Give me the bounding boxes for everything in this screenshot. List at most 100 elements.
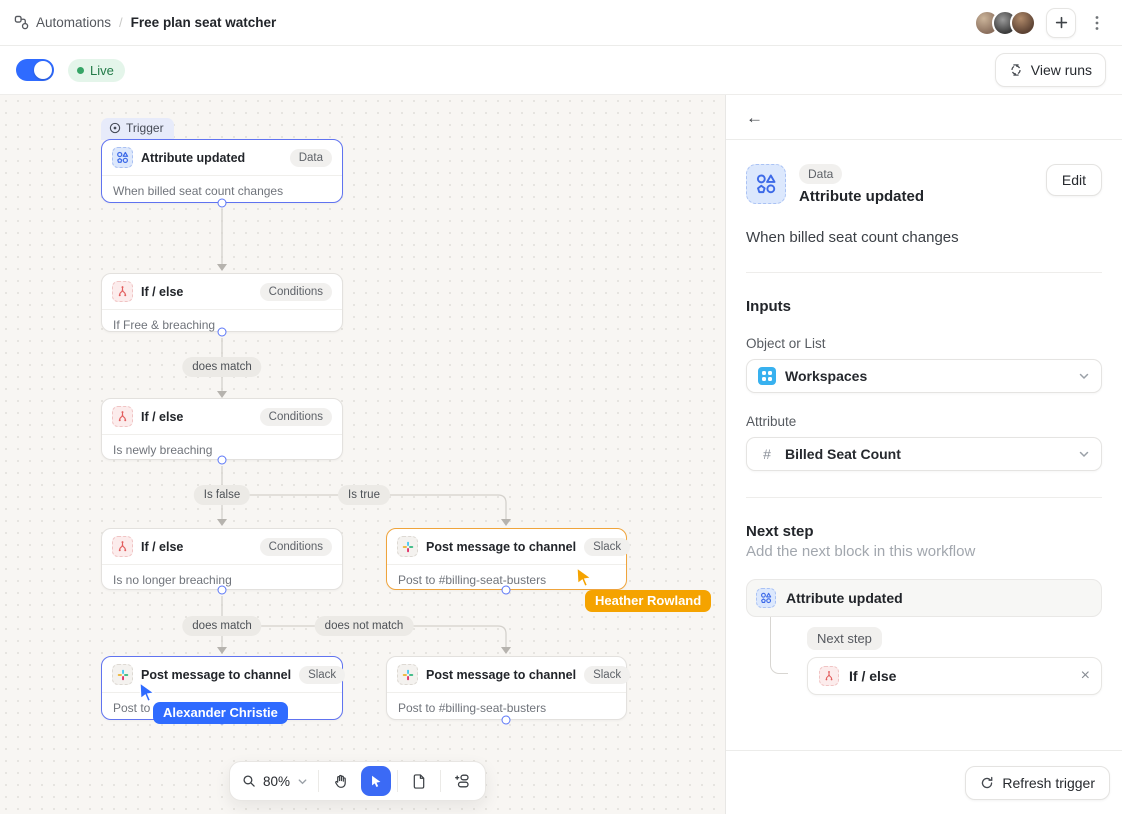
avatar[interactable] — [1010, 10, 1036, 36]
connector-handle[interactable] — [218, 199, 227, 208]
node-title: Post message to channel — [141, 668, 291, 682]
node-badge: Conditions — [260, 408, 332, 426]
edge-label-is-false: Is false — [194, 485, 250, 505]
branch-icon — [112, 536, 133, 557]
zoom-level: 80% — [263, 774, 290, 789]
node-ifelse-2[interactable]: If / else Conditions Is newly breaching — [101, 398, 343, 460]
object-select-value: Workspaces — [785, 368, 1069, 384]
edge-label-is-true: Is true — [338, 485, 390, 505]
cursor-label-heather: Heather Rowland — [585, 590, 711, 612]
node-trigger[interactable]: Attribute updated Data When billed seat … — [101, 139, 343, 203]
add-block-button[interactable] — [447, 766, 477, 796]
node-slack-does-not-match[interactable]: Post message to channel Slack Post to #b… — [386, 656, 627, 720]
status-bar: Live View runs — [0, 46, 1122, 95]
remove-step-button[interactable]: × — [1081, 668, 1090, 684]
select-tool-button[interactable] — [361, 766, 391, 796]
node-badge: Slack — [584, 666, 630, 684]
object-select[interactable]: Workspaces — [746, 359, 1102, 393]
panel-footer: Refresh trigger — [726, 750, 1122, 814]
data-icon — [112, 147, 133, 168]
node-title: If / else — [141, 410, 252, 424]
live-toggle[interactable] — [16, 59, 54, 81]
workflow-canvas[interactable]: Trigger Attribute updated Data When bill… — [0, 95, 725, 814]
toolbar-divider — [318, 770, 319, 792]
add-button[interactable] — [1046, 8, 1076, 38]
connector-handle[interactable] — [502, 716, 511, 725]
node-title: If / else — [141, 285, 252, 299]
node-badge: Slack — [299, 666, 345, 684]
connector-handle[interactable] — [502, 586, 511, 595]
divider — [746, 497, 1102, 498]
workspaces-icon — [758, 367, 776, 385]
cursor-label-alexander: Alexander Christie — [153, 702, 288, 724]
object-or-list-label: Object or List — [746, 336, 1102, 351]
divider — [746, 272, 1102, 273]
block-title: Attribute updated — [799, 188, 1046, 205]
breadcrumb-separator: / — [119, 15, 123, 30]
automation-app: Automations / Free plan seat watcher Liv… — [0, 0, 1122, 814]
attribute-select[interactable]: # Billed Seat Count — [746, 437, 1102, 471]
data-block-icon — [746, 164, 786, 204]
breadcrumb-title: Free plan seat watcher — [131, 15, 277, 30]
block-description: When billed seat count changes — [746, 229, 1102, 246]
collaborator-avatars[interactable] — [974, 10, 1036, 36]
refresh-trigger-button[interactable]: Refresh trigger — [965, 766, 1110, 800]
block-type-badge: Data — [799, 164, 842, 184]
next-step-heading: Next step — [746, 523, 1102, 540]
pointer-icon — [369, 774, 383, 788]
next-step-root-label: Attribute updated — [786, 590, 1092, 606]
back-button[interactable]: ← — [746, 109, 763, 126]
branch-icon — [112, 406, 133, 427]
node-ifelse-1[interactable]: If / else Conditions If Free & breaching — [101, 273, 343, 332]
branch-icon — [112, 281, 133, 302]
panel-header: ← — [726, 95, 1122, 140]
refresh-trigger-label: Refresh trigger — [1002, 775, 1095, 791]
node-title: If / else — [141, 540, 252, 554]
slack-icon — [397, 664, 418, 685]
next-step-child-block[interactable]: If / else × — [807, 657, 1102, 695]
automations-icon — [14, 15, 29, 30]
node-badge: Slack — [584, 538, 630, 556]
attribute-select-value: Billed Seat Count — [785, 446, 1069, 462]
edge-label-does-match: does match — [182, 357, 261, 377]
node-ifelse-3[interactable]: If / else Conditions Is no longer breach… — [101, 528, 343, 590]
connector-handle[interactable] — [218, 456, 227, 465]
top-bar: Automations / Free plan seat watcher — [0, 0, 1122, 46]
zoom-control[interactable]: 80% — [238, 774, 312, 789]
next-step-child-label: If / else — [849, 668, 1071, 684]
view-runs-button[interactable]: View runs — [995, 53, 1106, 87]
breadcrumb-automations[interactable]: Automations — [36, 15, 111, 30]
runs-icon — [1009, 63, 1023, 77]
edit-button[interactable]: Edit — [1046, 164, 1102, 196]
node-badge: Conditions — [260, 538, 332, 556]
node-badge: Conditions — [260, 283, 332, 301]
attribute-label: Attribute — [746, 414, 1102, 429]
zoom-search-icon — [242, 774, 256, 788]
slack-icon — [397, 536, 418, 557]
pan-tool-button[interactable] — [325, 766, 355, 796]
slack-icon — [112, 664, 133, 685]
inputs-heading: Inputs — [746, 298, 1102, 315]
document-icon — [412, 774, 426, 789]
node-title: Attribute updated — [141, 151, 282, 165]
notes-button[interactable] — [404, 766, 434, 796]
next-step-branch-badge: Next step — [807, 627, 882, 650]
trigger-icon — [109, 122, 121, 134]
cursor-heather — [574, 566, 596, 593]
connector-handle[interactable] — [218, 328, 227, 337]
live-dot-icon — [77, 67, 84, 74]
next-step-subtitle: Add the next block in this workflow — [746, 543, 1102, 560]
connector-handle[interactable] — [218, 586, 227, 595]
trigger-tab-label: Trigger — [126, 121, 164, 135]
hand-icon — [333, 774, 348, 789]
chevron-down-icon — [1078, 370, 1090, 382]
data-icon — [756, 588, 776, 608]
more-menu-icon[interactable] — [1086, 8, 1108, 38]
inspector-panel: ← Data Attribute updated Edit When bille… — [725, 95, 1122, 814]
next-step-root-block[interactable]: Attribute updated — [746, 579, 1102, 617]
chevron-down-icon — [297, 776, 308, 787]
node-title: Post message to channel — [426, 540, 576, 554]
trigger-tab: Trigger — [101, 118, 174, 140]
add-block-icon — [454, 773, 470, 789]
number-attribute-icon: # — [758, 446, 776, 462]
